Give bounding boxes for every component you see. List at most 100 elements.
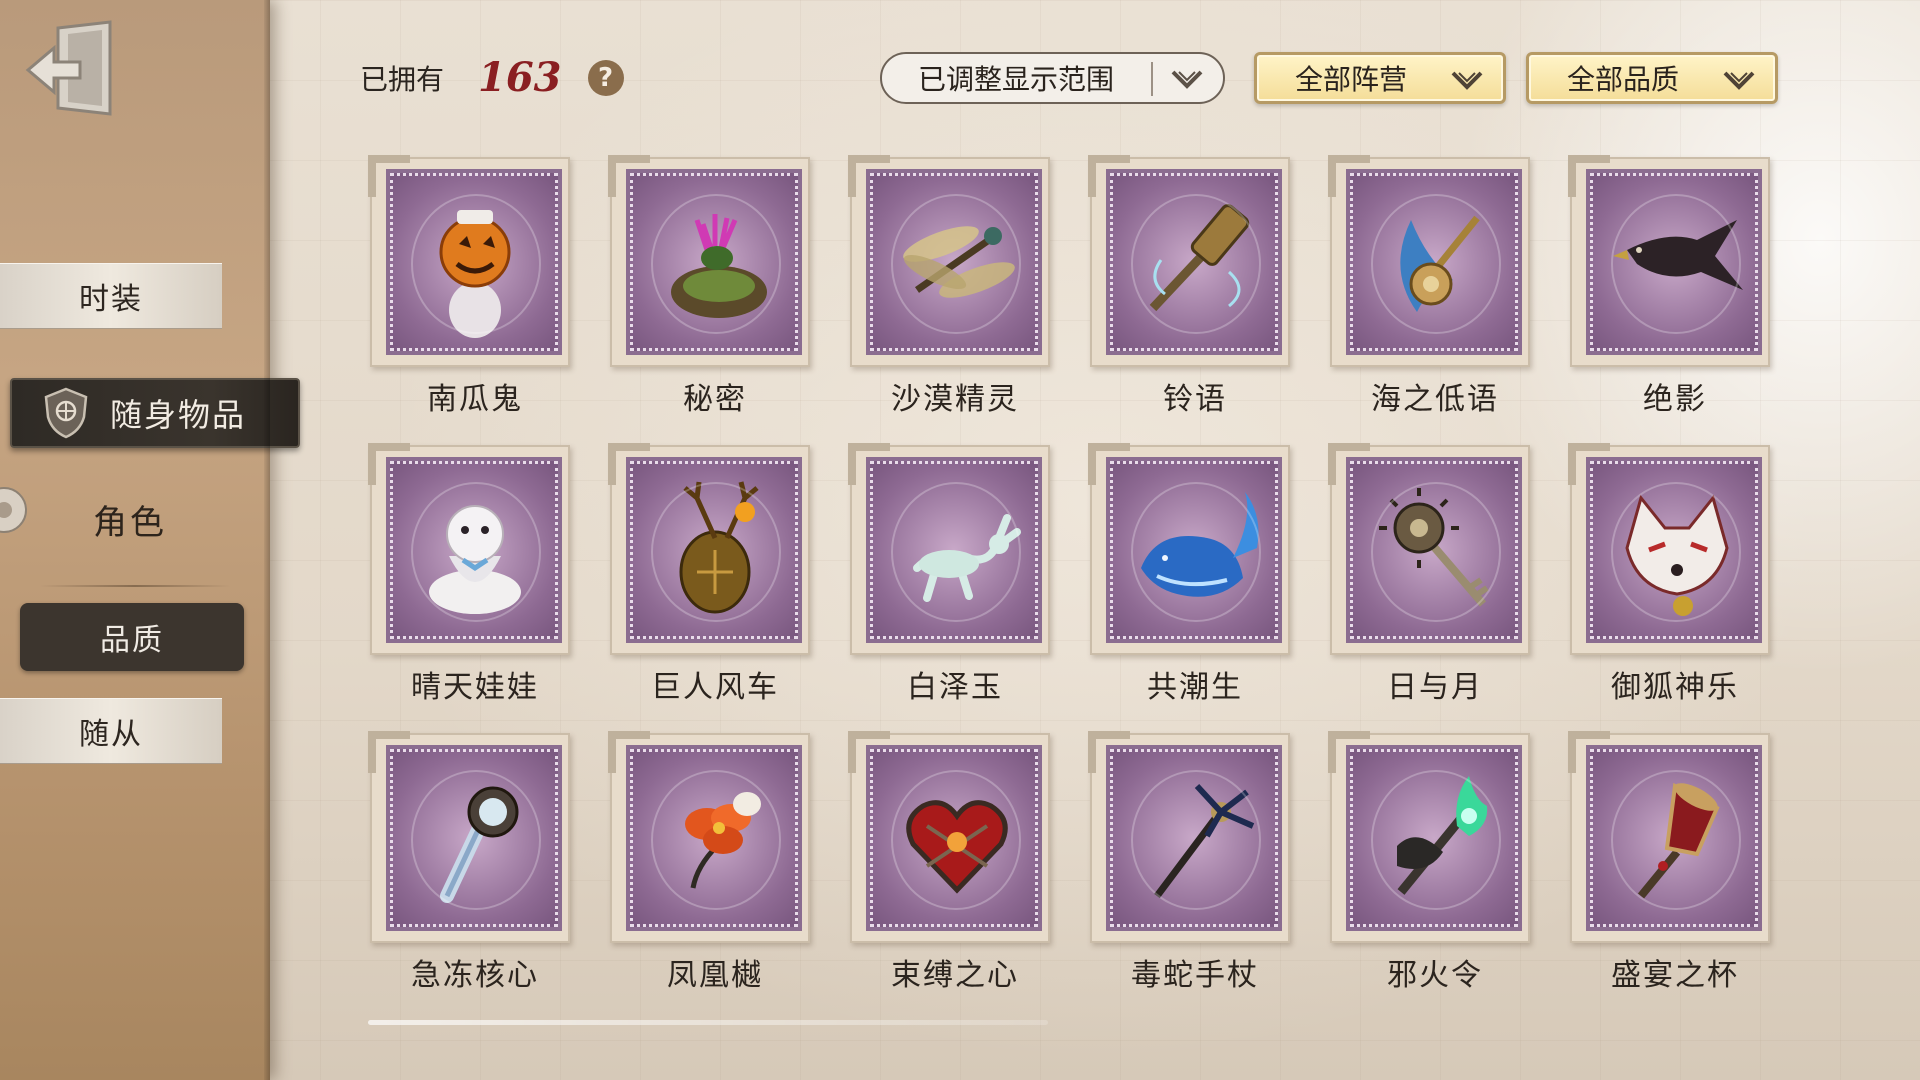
stamp-frame	[608, 155, 810, 367]
item-name: 毒蛇手杖	[1131, 958, 1259, 993]
item-name: 盛宴之杯	[1611, 958, 1739, 993]
item-name: 沙漠精灵	[891, 382, 1019, 417]
stamp-frame	[1088, 731, 1290, 943]
serpent-cane-icon	[1154, 783, 1255, 899]
item-card[interactable]: 盛宴之杯	[1560, 728, 1770, 1000]
item-card[interactable]: 绝影	[1560, 152, 1770, 424]
item-card[interactable]: 晴天娃娃	[360, 440, 570, 712]
owned-count: 163	[478, 54, 562, 101]
item-card[interactable]: 毒蛇手杖	[1080, 728, 1290, 1000]
item-card[interactable]: 日与月	[1320, 440, 1530, 712]
divider	[1151, 62, 1153, 96]
item-name: 晴天娃娃	[411, 670, 539, 705]
evil-fire-token-icon	[1397, 776, 1488, 895]
sun-moon-key-icon	[1379, 488, 1489, 607]
item-card[interactable]: 御狐神乐	[1560, 440, 1770, 712]
black-bird-icon	[1613, 220, 1743, 290]
tab-accessory[interactable]: 随身物品	[10, 378, 300, 448]
stamp-frame	[1088, 443, 1290, 655]
chevron-down-icon	[1723, 71, 1755, 90]
stamp-frame	[368, 155, 570, 367]
scroll-indicator	[368, 1020, 1048, 1025]
stamp-frame	[848, 155, 1050, 367]
exit-door-icon	[25, 20, 112, 116]
stamp-frame	[368, 443, 570, 655]
stamp-frame	[848, 443, 1050, 655]
faction-dropdown[interactable]: 全部阵营	[1254, 52, 1506, 104]
item-card[interactable]: 秘密	[600, 152, 810, 424]
item-name: 绝影	[1643, 382, 1707, 417]
tab-follower-label: 随从	[79, 717, 143, 752]
owned-label: 已拥有	[360, 62, 445, 96]
tab-accessory-label: 随身物品	[110, 396, 247, 434]
stamp-frame	[1328, 443, 1530, 655]
faction-label: 全部阵营	[1295, 63, 1408, 96]
item-name: 铃语	[1163, 382, 1227, 417]
stamp-frame	[848, 731, 1050, 943]
stamp-frame	[1568, 731, 1770, 943]
item-name: 束缚之心	[891, 958, 1019, 993]
item-card[interactable]: 邪火令	[1320, 728, 1530, 1000]
bell-scepter-icon	[1149, 204, 1250, 312]
item-name: 海之低语	[1371, 382, 1499, 417]
help-icon[interactable]: ?	[587, 59, 624, 96]
fox-mask-icon	[1625, 494, 1729, 616]
jade-deer-icon	[913, 514, 1021, 602]
item-card[interactable]: 海之低语	[1320, 152, 1530, 424]
item-card[interactable]: 凤凰樾	[600, 728, 810, 1000]
stamp-frame	[1328, 731, 1530, 943]
seashell-trident-icon	[1400, 215, 1480, 312]
tab-follower[interactable]: 随从	[0, 698, 222, 764]
dragonfly-icon	[903, 226, 1015, 298]
tab-fashion-label: 时装	[79, 282, 143, 317]
quality-dropdown[interactable]: 全部品质	[1526, 52, 1778, 104]
stamp-frame	[608, 443, 810, 655]
stamp-frame	[1088, 155, 1290, 367]
owned-count-display: 已拥有 163 ?	[360, 54, 624, 101]
gear-icon	[0, 487, 27, 533]
item-name: 凤凰樾	[667, 958, 763, 993]
sunny-doll-icon	[429, 505, 521, 614]
stamp-frame	[368, 731, 570, 943]
thistle-flower-icon	[671, 214, 767, 318]
divider	[40, 585, 230, 587]
item-grid: 南瓜鬼 秘密 沙漠精灵 铃语 海之低语 绝影 晴天娃娃 巨人风车 白泽玉 共潮生…	[360, 152, 1780, 1012]
stamp-frame	[1328, 155, 1530, 367]
item-name: 巨人风车	[651, 670, 779, 705]
pumpkin-ghost-icon	[439, 210, 511, 338]
stamp-frame	[608, 731, 810, 943]
role-label[interactable]: 角色	[60, 495, 200, 544]
sidebar: 时装 随身物品 角色 品质 随从	[0, 0, 300, 1080]
blue-whale-icon	[1141, 492, 1259, 597]
tab-fashion[interactable]: 时装	[0, 263, 222, 329]
stamp-frame	[1568, 443, 1770, 655]
chevron-down-icon	[1171, 70, 1203, 89]
frozen-core-icon	[440, 786, 519, 903]
item-card[interactable]: 急冻核心	[360, 728, 570, 1000]
exit-button[interactable]	[24, 18, 120, 122]
item-card[interactable]: 南瓜鬼	[360, 152, 570, 424]
item-name: 共潮生	[1147, 670, 1243, 705]
item-card[interactable]: 巨人风车	[600, 440, 810, 712]
feast-goblet-icon	[1637, 782, 1720, 899]
item-name: 邪火令	[1387, 958, 1483, 993]
item-card[interactable]: 沙漠精灵	[840, 152, 1050, 424]
item-card[interactable]: 共潮生	[1080, 440, 1290, 712]
subtab-quality[interactable]: 品质	[20, 603, 244, 671]
phoenix-flower-icon	[685, 792, 761, 889]
stamp-frame	[1568, 155, 1770, 367]
item-name: 白泽玉	[907, 670, 1003, 705]
item-name: 急冻核心	[411, 958, 539, 993]
item-name: 秘密	[683, 382, 747, 417]
display-range-label: 已调整显示范围	[918, 63, 1115, 96]
quality-label: 全部品质	[1567, 63, 1680, 96]
item-card[interactable]: 白泽玉	[840, 440, 1050, 712]
display-range-dropdown[interactable]: 已调整显示范围	[880, 52, 1225, 104]
antler-windmill-icon	[679, 481, 759, 614]
bound-heart-icon	[906, 800, 1008, 894]
item-card[interactable]: 铃语	[1080, 152, 1290, 424]
item-name: 南瓜鬼	[427, 382, 523, 417]
chevron-down-icon	[1451, 71, 1483, 90]
item-name: 御狐神乐	[1611, 670, 1739, 705]
item-card[interactable]: 束缚之心	[840, 728, 1050, 1000]
